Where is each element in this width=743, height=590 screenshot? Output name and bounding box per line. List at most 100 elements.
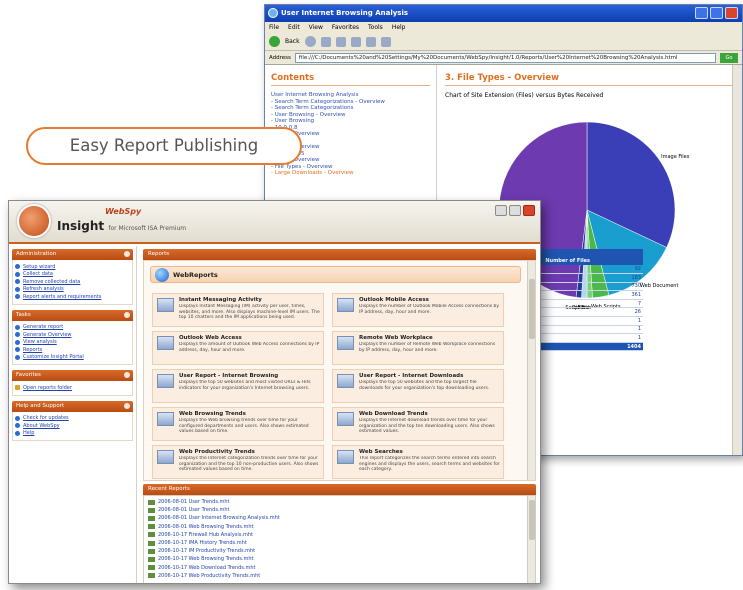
close-button[interactable] [725, 7, 738, 19]
address-input[interactable]: file:///C:/Documents%20and%20Settings/My… [294, 52, 716, 63]
sidebar-item[interactable]: Reports [15, 346, 130, 354]
back-label[interactable]: Back [285, 38, 300, 45]
recent-report-item[interactable]: 2006-10-17 Web Productivity Trends.mht [148, 572, 525, 580]
sidebar-item[interactable]: Open reports folder [15, 384, 130, 392]
report-file-icon [148, 499, 155, 505]
report-icon [337, 298, 354, 312]
task-icon [15, 294, 20, 300]
sidebar-panel-header[interactable]: Help and Support [12, 400, 133, 412]
sidebar-item[interactable]: Check for updates [15, 415, 130, 423]
favorites-icon[interactable] [380, 36, 391, 47]
insight-app-window: WebSpy Insight for Microsoft ISA Premium… [8, 200, 541, 584]
report-card-title: Web Download Trends [359, 411, 428, 417]
sidebar-item[interactable]: Collect data [15, 271, 130, 279]
report-card[interactable]: Web Browsing Trends Displays the Web brow… [152, 407, 324, 441]
webspy-logo-icon [17, 204, 51, 238]
browser-toolbar: Back [265, 33, 742, 51]
menu-favorites[interactable]: Favorites [332, 22, 359, 33]
table-cell: 361 [543, 290, 643, 300]
menu-help[interactable]: Help [392, 22, 406, 33]
sidebar-item-label: Report alerts and requirements [23, 293, 102, 300]
sidebar-item[interactable]: About WebSpy [15, 422, 130, 430]
sidebar-item[interactable]: Report alerts and requirements [15, 293, 130, 301]
report-card[interactable]: User Report - Internet Browsing Displays … [152, 369, 324, 403]
sidebar-item[interactable]: Remove collected data [15, 278, 130, 286]
app-maximize-button[interactable] [509, 205, 521, 216]
sidebar-item[interactable]: Customize Insight Portal [15, 354, 130, 362]
report-card[interactable]: Web Productivity Trends Displays the Inte… [152, 445, 324, 479]
app-close-button[interactable] [523, 205, 535, 216]
report-card[interactable]: Instant Messaging Activity Displays Insta… [152, 293, 324, 327]
recent-report-item[interactable]: 2006-10-17 IMA History Trends.mht [148, 539, 525, 547]
task-icon [15, 423, 20, 429]
home-icon[interactable] [350, 36, 361, 47]
recent-report-item[interactable]: 2006-08-01 User Trends.mht [148, 506, 525, 514]
task-icon [15, 271, 20, 277]
report-card[interactable]: Remote Web Workplace Displays the number … [332, 331, 504, 365]
recent-report-item[interactable]: 2006-08-01 User Trends.mht [148, 498, 525, 506]
sidebar-panel: Tasks Generate report Generate Overview Vie… [12, 309, 133, 365]
report-card-desc: Displays the number of Remote Web Workpl… [359, 342, 496, 353]
recent-report-item[interactable]: 2006-10-17 Firewall Hub Analysis.mht [148, 531, 525, 539]
sidebar-item-label: Open reports folder [23, 384, 72, 391]
report-card-desc: This report categorizes the search terms… [359, 456, 500, 472]
report-card-desc: Displays the top 50 websites and the top… [359, 380, 490, 391]
sidebar-panel-header[interactable]: Tasks [12, 309, 133, 321]
table-header-cell: Number of Files [543, 249, 643, 265]
menu-view[interactable]: View [309, 22, 323, 33]
scroll-thumb[interactable] [529, 279, 535, 339]
recent-reports-list: 2006-08-01 User Trends.mht 2006-08-01 Use… [143, 495, 536, 583]
recent-report-item[interactable]: 2006-08-01 User Internet Browsing Analys… [148, 514, 525, 522]
sidebar-panel-header[interactable]: Favorites [12, 370, 133, 381]
maximize-button[interactable] [710, 7, 723, 19]
sidebar-item-label: Reports [23, 346, 43, 353]
menu-tools[interactable]: Tools [368, 22, 383, 33]
recent-report-item[interactable]: 2006-10-17 IM Productivity Trends.mht [148, 547, 525, 555]
table-cell: 730 [543, 282, 643, 292]
recent-scrollbar[interactable] [527, 496, 535, 583]
main-pane: Reports WebReports Instant Messaging Act… [139, 246, 540, 583]
reports-scrollbar[interactable] [527, 261, 535, 480]
sidebar-item[interactable]: View analysis [15, 339, 130, 347]
sidebar-item[interactable]: Setup wizard [15, 263, 130, 271]
sidebar-panel-items: Generate report Generate Overview View ana… [12, 320, 133, 365]
table-cell: 92 [543, 265, 643, 275]
recent-report-item[interactable]: 2006-10-17 Web Download Trends.mht [148, 564, 525, 572]
table-cell: 26 [543, 307, 643, 318]
browser-scrollbar[interactable] [732, 65, 742, 455]
app-minimize-button[interactable] [495, 205, 507, 216]
sidebar-item[interactable]: Refresh analysis [15, 286, 130, 294]
recent-report-item[interactable]: 2006-10-17 Web Browsing Trends.mht [148, 555, 525, 563]
report-icon [157, 374, 174, 388]
sidebar-item[interactable]: Generate report [15, 324, 130, 332]
report-card-title: Remote Web Workplace [359, 335, 433, 341]
sidebar-item[interactable]: Help [15, 430, 130, 438]
toc-link[interactable]: - Large Downloads - Overview [271, 170, 430, 177]
report-card[interactable]: Outlook Web Access Displays the amount of… [152, 331, 324, 365]
report-icon [157, 336, 174, 350]
report-card-title: Web Productivity Trends [179, 449, 255, 455]
forward-arrow-icon[interactable] [304, 36, 316, 47]
menu-edit[interactable]: Edit [288, 22, 300, 33]
report-icon [337, 412, 354, 426]
sidebar-panel-header[interactable]: Administration [12, 249, 133, 260]
search-icon[interactable] [365, 36, 376, 47]
menu-file[interactable]: File [269, 22, 279, 33]
back-arrow-icon[interactable] [269, 36, 280, 47]
minimize-button[interactable] [695, 7, 708, 19]
stop-icon[interactable] [320, 36, 331, 47]
section-title: 3. File Types - Overview [445, 73, 734, 86]
report-card-title: User Report - Internet Browsing [179, 373, 279, 379]
table-total-cell: 1404 [543, 342, 643, 352]
report-card[interactable]: Web Searches This report categorizes the … [332, 445, 504, 479]
recent-report-label: 2006-10-17 Web Productivity Trends.mht [158, 572, 261, 579]
report-card[interactable]: User Report - Internet Downloads Displays… [332, 369, 504, 403]
refresh-icon[interactable] [335, 36, 346, 47]
report-card[interactable]: Web Download Trends Displays the Internet… [332, 407, 504, 441]
recent-scroll-thumb[interactable] [529, 500, 535, 540]
recent-report-item[interactable]: 2006-08-01 Web Browsing Trends.mht [148, 523, 525, 531]
report-card[interactable]: Outlook Mobile Access Displays the number… [332, 293, 504, 327]
report-card-desc: Displays the amount of Outlook Web Acces… [179, 342, 320, 353]
sidebar-item[interactable]: Generate Overview [15, 331, 130, 339]
go-button[interactable]: Go [720, 52, 738, 63]
